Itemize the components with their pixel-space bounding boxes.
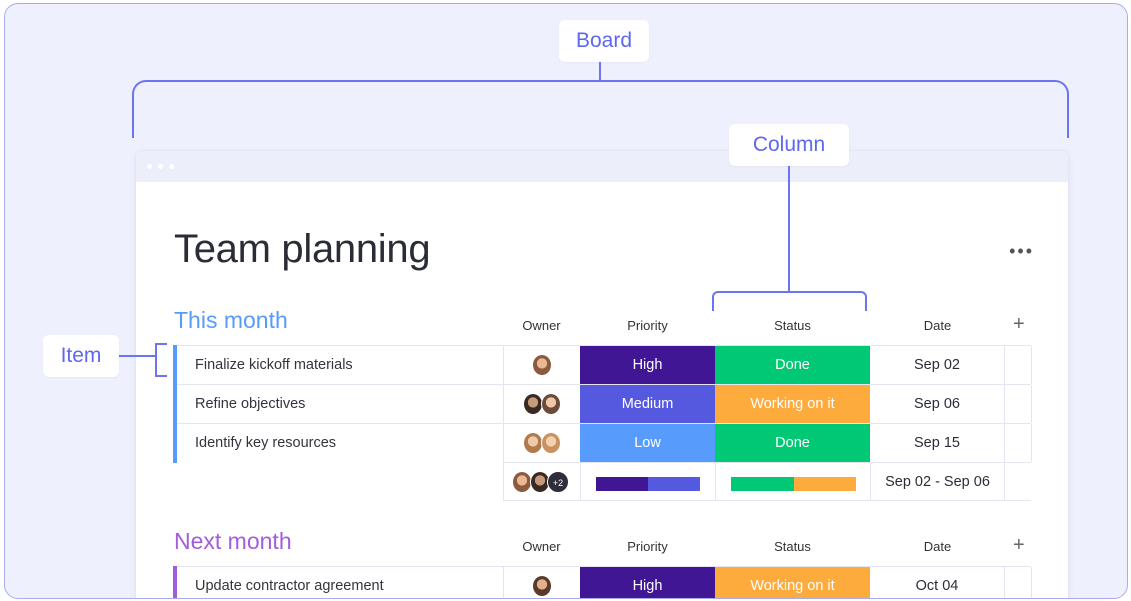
add-cell bbox=[1005, 346, 1032, 384]
group-color-bar bbox=[173, 423, 177, 463]
avatar bbox=[511, 471, 532, 494]
column-header-status[interactable]: Status bbox=[715, 318, 870, 333]
item-name[interactable]: Identify key resources bbox=[195, 424, 336, 462]
board-window: Team planning ••• This month Owner Prior… bbox=[136, 151, 1068, 598]
avatar bbox=[541, 393, 562, 416]
column-header-priority[interactable]: Priority bbox=[580, 318, 715, 333]
priority-summary-cell bbox=[580, 463, 715, 501]
priority-summary-bar-high bbox=[596, 477, 648, 491]
column-header-owner[interactable]: Owner bbox=[503, 318, 580, 333]
status-cell[interactable]: Done bbox=[715, 424, 870, 462]
add-column-button[interactable]: + bbox=[1013, 313, 1025, 336]
owner-cell[interactable] bbox=[503, 567, 580, 598]
board-title: Team planning bbox=[174, 227, 431, 271]
priority-cell[interactable]: High bbox=[580, 346, 715, 384]
owner-summary-cell: +2 bbox=[503, 463, 580, 501]
date-cell[interactable]: Sep 02 bbox=[870, 346, 1005, 384]
status-summary-bar-done bbox=[731, 477, 794, 491]
group-summary-row: +2 Sep 02 - Sep 06 bbox=[503, 462, 1031, 501]
board-callout: Board bbox=[559, 20, 649, 62]
column-header-status[interactable]: Status bbox=[715, 539, 870, 554]
date-cell[interactable]: Sep 06 bbox=[870, 385, 1005, 423]
board-bracket bbox=[132, 80, 1069, 138]
add-cell bbox=[1005, 385, 1032, 423]
column-header-date[interactable]: Date bbox=[870, 318, 1005, 333]
group-title-next-month[interactable]: Next month bbox=[174, 528, 292, 555]
table-row[interactable]: Update contractor agreement High Working… bbox=[173, 566, 1032, 598]
status-summary-cell bbox=[715, 463, 870, 501]
owner-cell[interactable] bbox=[503, 424, 580, 462]
window-dot bbox=[147, 164, 152, 169]
owner-cell[interactable] bbox=[503, 346, 580, 384]
item-bracket bbox=[155, 343, 167, 377]
table-row[interactable]: Finalize kickoff materials High Done Sep… bbox=[173, 345, 1032, 385]
owner-cell[interactable] bbox=[503, 385, 580, 423]
priority-summary-bar-medium bbox=[648, 477, 700, 491]
column-header-priority[interactable]: Priority bbox=[580, 539, 715, 554]
priority-cell[interactable]: High bbox=[580, 567, 715, 598]
window-titlebar bbox=[136, 151, 1068, 182]
status-summary-bar-working bbox=[794, 477, 856, 491]
item-name[interactable]: Finalize kickoff materials bbox=[195, 346, 353, 384]
add-cell bbox=[1005, 424, 1032, 462]
more-owners-badge: +2 bbox=[547, 471, 570, 494]
avatar bbox=[532, 575, 552, 598]
item-name[interactable]: Refine objectives bbox=[195, 385, 305, 423]
column-callout: Column bbox=[729, 124, 849, 166]
column-header-date[interactable]: Date bbox=[870, 539, 1005, 554]
window-dot bbox=[158, 164, 163, 169]
item-callout: Item bbox=[43, 335, 119, 377]
column-callout-line bbox=[788, 166, 790, 292]
status-cell[interactable]: Done bbox=[715, 346, 870, 384]
diagram-canvas: Board Team planning ••• This month Owner… bbox=[4, 3, 1128, 599]
priority-cell[interactable]: Medium bbox=[580, 385, 715, 423]
add-column-button[interactable]: + bbox=[1013, 534, 1025, 557]
group-color-bar bbox=[173, 345, 177, 385]
board-callout-line bbox=[599, 62, 601, 80]
table-row[interactable]: Identify key resources Low Done Sep 15 bbox=[173, 423, 1032, 463]
table-row[interactable]: Refine objectives Medium Working on it S… bbox=[173, 384, 1032, 424]
item-callout-line bbox=[119, 355, 155, 357]
avatar bbox=[532, 354, 552, 377]
status-cell[interactable]: Working on it bbox=[715, 385, 870, 423]
group-color-bar bbox=[173, 566, 177, 598]
date-cell[interactable]: Oct 04 bbox=[870, 567, 1005, 598]
item-name[interactable]: Update contractor agreement bbox=[195, 567, 384, 598]
status-cell[interactable]: Working on it bbox=[715, 567, 870, 598]
group-title-this-month[interactable]: This month bbox=[174, 307, 288, 334]
avatar bbox=[541, 432, 562, 455]
date-range-cell: Sep 02 - Sep 06 bbox=[870, 463, 1005, 501]
priority-cell[interactable]: Low bbox=[580, 424, 715, 462]
avatar bbox=[522, 393, 543, 416]
more-horizontal-icon[interactable]: ••• bbox=[1009, 241, 1034, 262]
column-header-owner[interactable]: Owner bbox=[503, 539, 580, 554]
date-cell[interactable]: Sep 15 bbox=[870, 424, 1005, 462]
group-color-bar bbox=[173, 384, 177, 424]
add-cell bbox=[1005, 567, 1032, 598]
column-bracket bbox=[712, 291, 867, 311]
window-dot bbox=[169, 164, 174, 169]
avatar bbox=[522, 432, 543, 455]
